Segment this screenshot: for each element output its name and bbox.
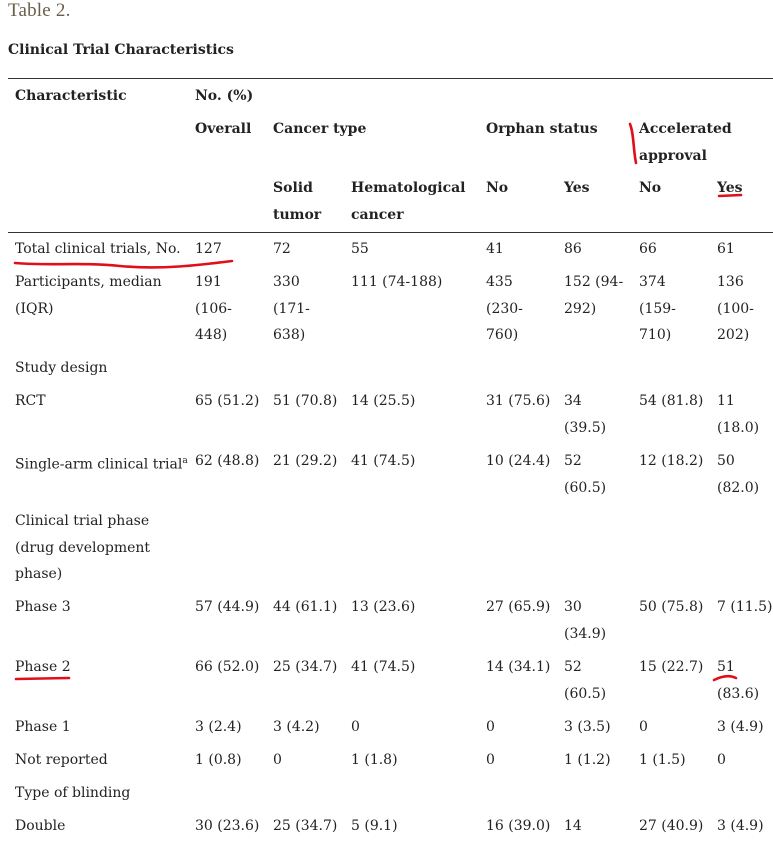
row-label: Total clinical trials, No. — [15, 241, 181, 257]
table-cell: 191 (106-448) — [195, 274, 232, 343]
header-accel-no: No — [639, 180, 662, 196]
bracket-accelerated-approval-mark — [628, 122, 638, 165]
row-label: Single-arm clinical triala — [15, 456, 188, 473]
row-label: Phase 2 — [15, 659, 71, 675]
table-cell: 13 (23.6) — [351, 599, 416, 615]
table-cell: 0 — [486, 719, 495, 735]
table-cell: 86 — [564, 241, 582, 257]
table-cell: 10 (24.4) — [486, 453, 551, 469]
table-cell: 136 (100-202) — [717, 274, 754, 343]
table-cell: 41 (74.5) — [351, 659, 416, 675]
table-cell: 52 (60.5) — [564, 659, 607, 702]
table-cell: 3 (3.5) — [564, 719, 611, 735]
table-cell: 34 (39.5) — [564, 393, 607, 436]
table-cell: 1 (1.2) — [564, 752, 611, 768]
table-cell: 0 — [351, 719, 360, 735]
table-cell: 31 (75.6) — [486, 393, 551, 409]
table-cell: 1 (1.8) — [351, 752, 398, 768]
header-characteristic: Characteristic — [15, 88, 127, 104]
table-cell: 14 (25.5) — [351, 393, 416, 409]
row-label: Participants, median (IQR) — [15, 274, 162, 317]
table-cell: 54 (81.8) — [639, 393, 704, 409]
header-solid-tumor: Solid tumor — [273, 180, 322, 223]
table-cell: 3 (4.9) — [717, 818, 764, 834]
table-cell: 0 — [273, 752, 282, 768]
header-accel-yes: Yes — [717, 180, 743, 196]
table-cell: 66 (52.0) — [195, 659, 260, 675]
table-cell: 44 (61.1) — [273, 599, 338, 615]
table-cell: 15 (22.7) — [639, 659, 704, 675]
table-cell: 62 (48.8) — [195, 453, 260, 469]
table-cell: 57 (44.9) — [195, 599, 260, 615]
table-cell: 41 (74.5) — [351, 453, 416, 469]
table-cell: 14 (34.1) — [486, 659, 551, 675]
table-cell: 1 (0.8) — [195, 752, 242, 768]
table-cell: 16 (39.0) — [486, 818, 551, 834]
table-cell: 65 (51.2) — [195, 393, 260, 409]
row-label: Clinical trial phase (drug development p… — [15, 513, 151, 582]
table-cell: 3 (2.4) — [195, 719, 242, 735]
table-cell: 50 (75.8) — [639, 599, 704, 615]
table-cell: 0 — [717, 752, 726, 768]
row-label: Double — [15, 818, 66, 834]
table-cell: 52 (60.5) — [564, 453, 607, 496]
row-label: Type of blinding — [15, 785, 131, 801]
table-cell: 14 — [564, 818, 582, 834]
row-label: Phase 3 — [15, 599, 71, 615]
table-cell: 30 (23.6) — [195, 818, 260, 834]
row-label: Not reported — [15, 752, 108, 768]
footnote-marker: a — [182, 456, 188, 466]
header-accelerated-approval: Accelerated approval — [639, 121, 732, 164]
table-cell: 61 — [717, 241, 735, 257]
table-cell: 25 (34.7) — [273, 818, 338, 834]
table-cell: 51 (83.6) — [717, 659, 760, 702]
table-caption: Clinical Trial Characteristics — [8, 42, 234, 58]
table-cell: 51 (70.8) — [273, 393, 338, 409]
table-cell: 21 (29.2) — [273, 453, 338, 469]
header-orphan-no: No — [486, 180, 509, 196]
table-cell: 55 — [351, 241, 369, 257]
table-cell: 152 (94-292) — [564, 274, 624, 317]
table-cell: 0 — [639, 719, 648, 735]
table-cell: 25 (34.7) — [273, 659, 338, 675]
table-cell: 435 (230-760) — [486, 274, 523, 343]
table-cell: 3 (4.9) — [717, 719, 764, 735]
header-orphan-status: Orphan status — [486, 121, 598, 137]
table-cell: 127 — [195, 241, 222, 257]
table-cell: 41 — [486, 241, 504, 257]
table-cell: 27 (40.9) — [639, 818, 704, 834]
table-label: Table 2. — [8, 0, 71, 21]
row-label: RCT — [15, 393, 46, 409]
table-cell: 330 (171-638) — [273, 274, 310, 343]
header-cancer-type: Cancer type — [273, 121, 367, 137]
table-cell: 30 (34.9) — [564, 599, 607, 642]
table-cell: 7 (11.5) — [717, 599, 773, 615]
header-rule — [8, 232, 773, 233]
table-cell: 50 (82.0) — [717, 453, 760, 496]
table-cell: 12 (18.2) — [639, 453, 704, 469]
header-orphan-yes: Yes — [564, 180, 590, 196]
top-rule — [8, 78, 773, 79]
table-cell: 111 (74-188) — [351, 274, 443, 290]
header-no-pct: No. (%) — [195, 88, 254, 104]
table-cell: 72 — [273, 241, 291, 257]
header-hematological-cancer: Hematological cancer — [351, 180, 466, 223]
table-cell: 11 (18.0) — [717, 393, 760, 436]
table-cell: 1 (1.5) — [639, 752, 686, 768]
row-label: Study design — [15, 360, 108, 376]
row-label: Phase 1 — [15, 719, 71, 735]
header-overall: Overall — [195, 121, 252, 137]
table-cell: 27 (65.9) — [486, 599, 551, 615]
table-cell: 3 (4.2) — [273, 719, 320, 735]
table-cell: 5 (9.1) — [351, 818, 398, 834]
table-cell: 374 (159-710) — [639, 274, 676, 343]
table-cell: 0 — [486, 752, 495, 768]
table-cell: 66 — [639, 241, 657, 257]
